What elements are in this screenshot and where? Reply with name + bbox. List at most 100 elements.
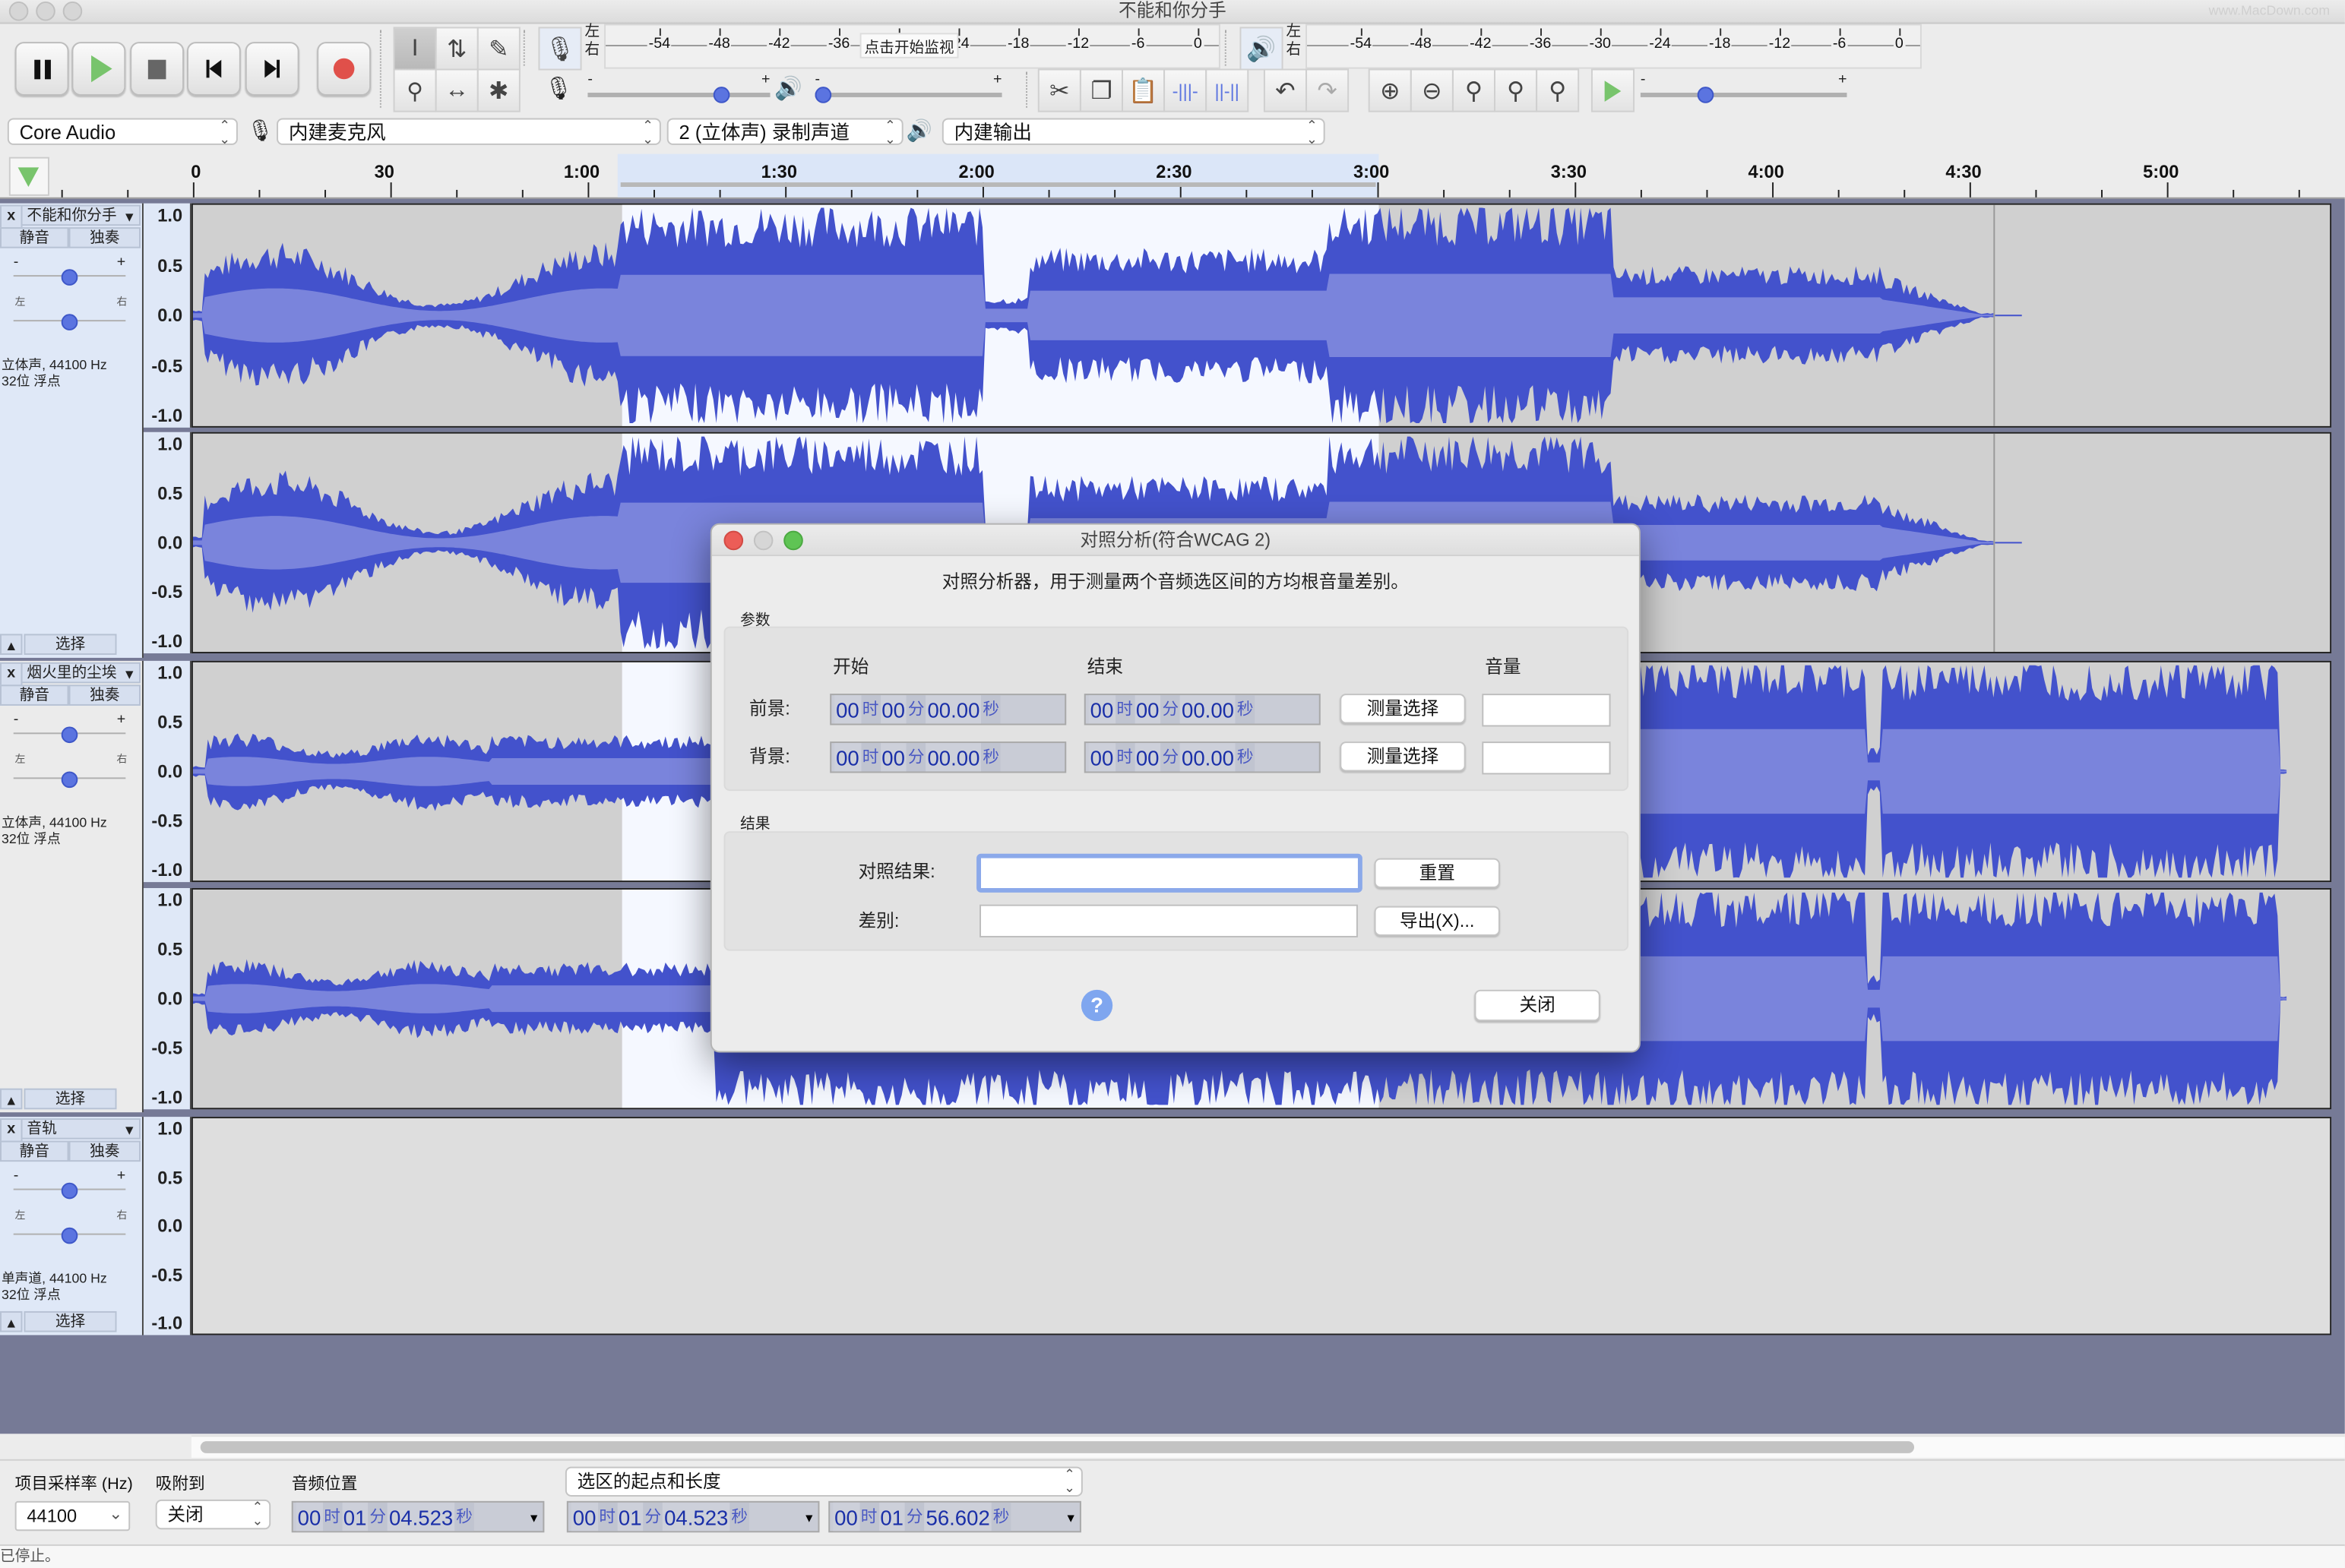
envelope-tool[interactable]: ⇅ xyxy=(435,27,479,71)
recording-channels-select[interactable]: 2 (立体声) 录制声道 ⌃ ⌄ xyxy=(666,118,904,146)
fit-selection-button[interactable]: ⚲ xyxy=(1451,68,1495,112)
collapse-track-button[interactable]: ▲ xyxy=(0,1310,23,1332)
solo-button[interactable]: 独奏 xyxy=(68,1140,141,1162)
zoom-out-button[interactable]: ⊖ xyxy=(1410,68,1454,112)
zoom-tool[interactable]: ⚲ xyxy=(393,68,437,112)
track-close-button[interactable]: x xyxy=(0,662,23,687)
slider-knob[interactable] xyxy=(61,1227,78,1244)
track-control-panel[interactable]: x 烟火里的尘埃 ▼ 静音 独奏 - + 左 右 立体声, 44100 Hz 32位 … xyxy=(0,660,144,1113)
pause-button[interactable] xyxy=(14,42,69,96)
solo-button[interactable]: 独奏 xyxy=(68,227,141,248)
foreground-start-time[interactable]: 00 时 00 分 00.00 秒 xyxy=(830,694,1067,726)
mute-button[interactable]: 静音 xyxy=(0,684,69,706)
toolbar-grip[interactable] xyxy=(379,30,386,108)
pan-slider[interactable] xyxy=(13,308,126,330)
foreground-volume-field[interactable] xyxy=(1482,694,1611,727)
slider-knob[interactable] xyxy=(61,726,78,744)
foreground-end-time[interactable]: 00 时 00 分 00.00 秒 xyxy=(1084,694,1321,726)
timeline-options-button[interactable] xyxy=(8,156,49,196)
slider-knob[interactable] xyxy=(815,87,832,103)
pan-slider[interactable] xyxy=(13,1222,126,1244)
playback-device-select[interactable]: 内建输出 ⌃ ⌄ xyxy=(941,118,1325,146)
measure-foreground-button[interactable]: 测量选择 xyxy=(1340,694,1466,724)
playback-meter-button[interactable]: 🔊 xyxy=(1239,27,1283,71)
background-start-time[interactable]: 00 时 00 分 00.00 秒 xyxy=(830,741,1067,773)
record-button[interactable] xyxy=(317,42,372,96)
waveform-channel[interactable] xyxy=(191,203,2332,428)
slider-knob[interactable] xyxy=(61,1182,78,1200)
track-control-panel[interactable]: x 音轨 ▼ 静音 独奏 - + 左 右 单声道, 44100 Hz 32位 浮点 ▲… xyxy=(0,1117,144,1336)
meter-grip[interactable] xyxy=(1224,30,1231,66)
timeline-selection[interactable] xyxy=(617,153,1379,198)
difference-field[interactable] xyxy=(979,904,1358,937)
meter-grip[interactable] xyxy=(523,30,530,66)
skip-to-start-button[interactable] xyxy=(187,42,241,96)
waveform-channel[interactable] xyxy=(191,1117,2332,1336)
dialog-close-dot[interactable] xyxy=(723,530,744,551)
copy-button[interactable]: ❐ xyxy=(1079,68,1123,112)
track-close-button[interactable]: x xyxy=(0,1118,23,1143)
track-control-panel[interactable]: x 不能和你分手 ▼ 静音 独奏 - + 左 右 立体声, 44100 Hz 32位 … xyxy=(0,203,144,658)
measure-background-button[interactable]: 测量选择 xyxy=(1340,741,1466,772)
play-button[interactable] xyxy=(71,42,126,96)
gain-slider[interactable]: - + xyxy=(13,1168,125,1200)
background-volume-field[interactable] xyxy=(1482,741,1611,775)
time-shift-tool[interactable]: ↔ xyxy=(435,68,479,112)
contrast-result-field[interactable] xyxy=(976,853,1362,893)
monitor-hint[interactable]: 点击开始监视 xyxy=(859,33,959,58)
recording-device-select[interactable]: 内建麦克风 ⌃ ⌄ xyxy=(277,118,661,146)
scrollbar-thumb[interactable] xyxy=(200,1441,1915,1453)
selection-length-control[interactable]: 00 时 01 分 56.602 秒 ▼ xyxy=(828,1500,1081,1533)
amplitude-scale[interactable]: 1.0 0.5 0.0 -0.5 -1.0 xyxy=(143,660,191,883)
horizontal-scrollbar[interactable] xyxy=(191,1435,2345,1458)
record-meter[interactable]: -54-48-42-36-30-24-18-12-60点击开始监视 xyxy=(604,24,1220,69)
help-button[interactable]: ? xyxy=(1081,989,1113,1022)
selection-range-bar[interactable] xyxy=(620,182,1376,187)
gain-slider[interactable]: - + xyxy=(13,254,125,286)
close-button[interactable]: 关闭 xyxy=(1474,989,1600,1022)
selection-tool[interactable]: I xyxy=(393,27,437,71)
track-close-button[interactable]: x xyxy=(0,204,23,229)
track-name-menu[interactable]: 不能和你分手 ▼ xyxy=(21,204,141,226)
amplitude-scale[interactable]: 1.0 0.5 0.0 -0.5 -1.0 xyxy=(143,203,191,428)
amplitude-scale[interactable]: 1.0 0.5 0.0 -0.5 -1.0 xyxy=(143,1117,191,1336)
pan-slider[interactable] xyxy=(13,766,126,789)
skip-to-end-button[interactable] xyxy=(245,42,299,96)
slider-knob[interactable] xyxy=(1698,87,1715,103)
playback-speed-slider[interactable]: - + xyxy=(1640,71,1847,103)
zoom-in-button[interactable]: ⊕ xyxy=(1368,68,1412,112)
snap-to-select[interactable]: 关闭 ⌃ ⌄ xyxy=(155,1499,271,1530)
timeline-ruler[interactable]: 0 30 1:00 1:30 2:00 2:30 3:00 3:30 4:00 4:30 5:00 xyxy=(0,153,2345,199)
solo-button[interactable]: 独奏 xyxy=(68,684,141,706)
play-at-speed-button[interactable] xyxy=(1590,68,1635,112)
reset-button[interactable]: 重置 xyxy=(1374,858,1500,888)
slider-knob[interactable] xyxy=(61,771,78,789)
slider-knob[interactable] xyxy=(61,314,78,330)
slider-knob[interactable] xyxy=(61,269,78,286)
fit-project-button[interactable]: ⚲ xyxy=(1494,68,1538,112)
mute-button[interactable]: 静音 xyxy=(0,227,69,248)
draw-tool[interactable]: ✎ xyxy=(476,27,521,71)
undo-button[interactable]: ↶ xyxy=(1263,68,1308,112)
record-volume-slider[interactable]: - + xyxy=(587,71,771,103)
paste-button[interactable]: 📋 xyxy=(1122,68,1166,112)
cut-button[interactable]: ✂ xyxy=(1037,68,1081,112)
slider-knob[interactable] xyxy=(713,87,730,103)
stop-button[interactable] xyxy=(130,42,185,96)
audio-host-select[interactable]: Core Audio ⌃ ⌄ xyxy=(7,118,238,146)
select-track-button[interactable]: 选择 xyxy=(24,1088,117,1110)
mute-button[interactable]: 静音 xyxy=(0,1140,69,1162)
multi-tool[interactable]: ✱ xyxy=(476,68,521,112)
redo-button[interactable]: ↷ xyxy=(1305,68,1350,112)
export-button[interactable]: 导出(X)... xyxy=(1374,906,1500,936)
background-end-time[interactable]: 00 时 00 分 00.00 秒 xyxy=(1084,741,1321,773)
trim-button[interactable]: -|||- xyxy=(1163,68,1207,112)
selection-start-control[interactable]: 00 时 01 分 04.523 秒 ▼ xyxy=(566,1500,820,1533)
track-name-menu[interactable]: 烟火里的尘埃 ▼ xyxy=(21,662,141,684)
edit-toolbar-grip[interactable] xyxy=(1026,71,1032,108)
playback-meter[interactable]: -54 -48 -42 -36 -30 -24 -18 -12 -6 0 xyxy=(1305,24,1922,69)
gain-slider[interactable]: - + xyxy=(13,712,125,744)
project-rate-select[interactable]: 44100 ⌄ xyxy=(14,1500,131,1532)
silence-button[interactable]: ||-|| xyxy=(1205,68,1249,112)
collapse-track-button[interactable]: ▲ xyxy=(0,634,23,655)
